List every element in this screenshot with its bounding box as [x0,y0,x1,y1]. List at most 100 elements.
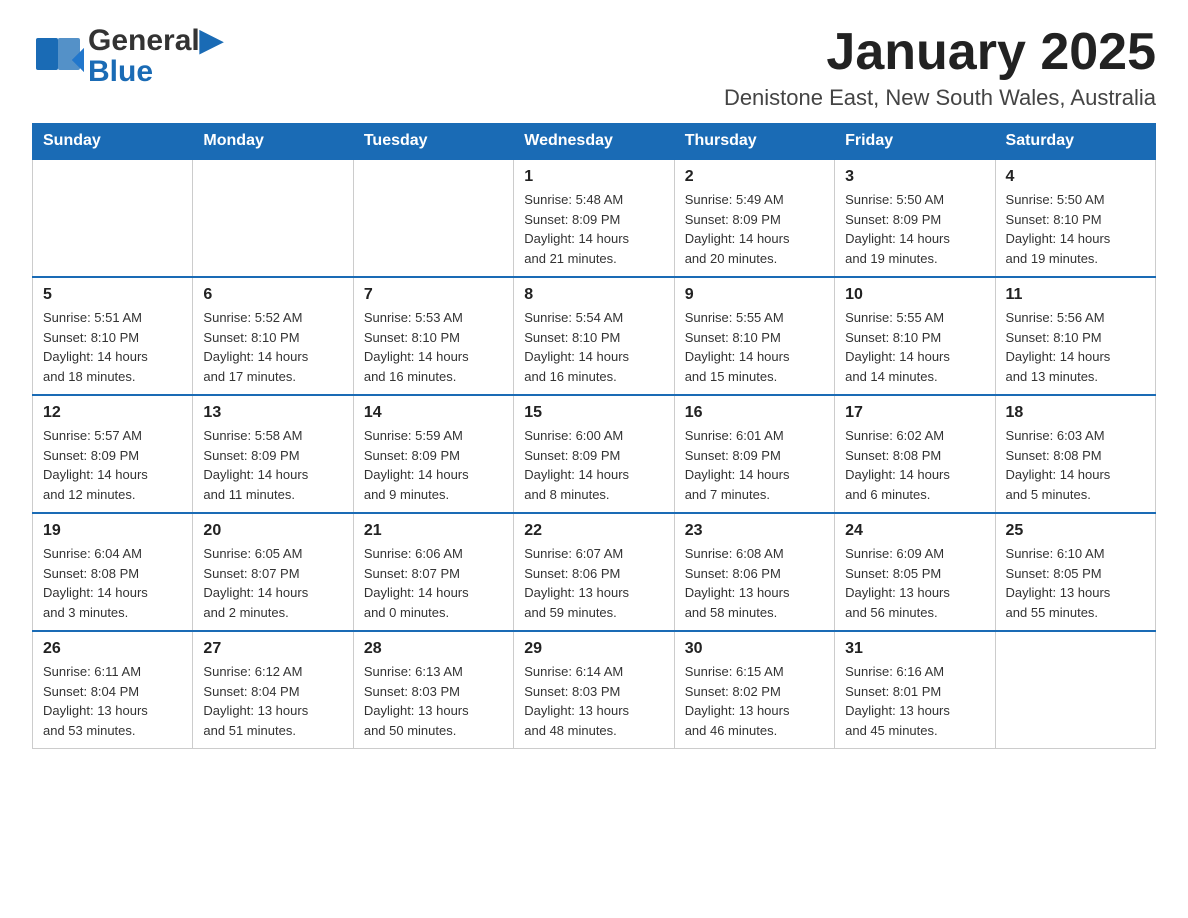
day-number: 22 [524,522,663,540]
day-number: 10 [845,286,984,304]
day-info: Sunrise: 5:51 AMSunset: 8:10 PMDaylight:… [43,308,182,386]
header-tuesday: Tuesday [353,124,513,160]
day-number: 2 [685,168,824,186]
day-number: 16 [685,404,824,422]
day-info: Sunrise: 5:52 AMSunset: 8:10 PMDaylight:… [203,308,342,386]
calendar-cell: 15 Sunrise: 6:00 AMSunset: 8:09 PMDayligh… [514,395,674,513]
calendar-cell: 5 Sunrise: 5:51 AMSunset: 8:10 PMDaylight… [33,277,193,395]
calendar-cell: 17Sunrise: 6:02 AMSunset: 8:08 PMDayligh… [835,395,995,513]
day-number: 5 [43,286,182,304]
calendar-cell: 28 Sunrise: 6:13 AMSunset: 8:03 PMDayligh… [353,631,513,749]
calendar-table: Sunday Monday Tuesday Wednesday Thursday… [32,123,1156,749]
calendar-cell: 16 Sunrise: 6:01 AMSunset: 8:09 PMDayligh… [674,395,834,513]
calendar-cell: 7 Sunrise: 5:53 AMSunset: 8:10 PMDaylight… [353,277,513,395]
day-number: 18 [1006,404,1145,422]
day-info: Sunrise: 6:00 AMSunset: 8:09 PMDaylight:… [524,426,663,504]
calendar-cell: 20 Sunrise: 6:05 AMSunset: 8:07 PMDayligh… [193,513,353,631]
calendar-cell: 27Sunrise: 6:12 AMSunset: 8:04 PMDayligh… [193,631,353,749]
calendar-header-row: Sunday Monday Tuesday Wednesday Thursday… [33,124,1156,160]
day-number: 23 [685,522,824,540]
day-info: Sunrise: 6:13 AMSunset: 8:03 PMDaylight:… [364,662,503,740]
day-info: Sunrise: 6:09 AMSunset: 8:05 PMDaylight:… [845,544,984,622]
calendar-cell: 1Sunrise: 5:48 AMSunset: 8:09 PMDaylight… [514,159,674,277]
day-info: Sunrise: 5:59 AMSunset: 8:09 PMDaylight:… [364,426,503,504]
page-header: General▶ Blue January 2025 Denistone Eas… [32,24,1156,111]
calendar-cell: 26 Sunrise: 6:11 AMSunset: 8:04 PMDayligh… [33,631,193,749]
calendar-week-5: 26 Sunrise: 6:11 AMSunset: 8:04 PMDayligh… [33,631,1156,749]
day-number: 21 [364,522,503,540]
logo-icon [32,30,84,82]
calendar-cell: 31 Sunrise: 6:16 AMSunset: 8:01 PMDayligh… [835,631,995,749]
day-number: 28 [364,640,503,658]
day-number: 13 [203,404,342,422]
header-thursday: Thursday [674,124,834,160]
day-info: Sunrise: 6:16 AMSunset: 8:01 PMDaylight:… [845,662,984,740]
calendar-cell: 10 Sunrise: 5:55 AMSunset: 8:10 PMDayligh… [835,277,995,395]
day-number: 7 [364,286,503,304]
calendar-cell [995,631,1155,749]
header-sunday: Sunday [33,124,193,160]
calendar-cell: 29 Sunrise: 6:14 AMSunset: 8:03 PMDayligh… [514,631,674,749]
calendar-cell: 6 Sunrise: 5:52 AMSunset: 8:10 PMDaylight… [193,277,353,395]
day-info: Sunrise: 5:54 AMSunset: 8:10 PMDaylight:… [524,308,663,386]
day-info: Sunrise: 6:15 AMSunset: 8:02 PMDaylight:… [685,662,824,740]
calendar-cell: 22 Sunrise: 6:07 AMSunset: 8:06 PMDayligh… [514,513,674,631]
day-number: 25 [1006,522,1145,540]
day-info: Sunrise: 6:14 AMSunset: 8:03 PMDaylight:… [524,662,663,740]
day-info: Sunrise: 5:53 AMSunset: 8:10 PMDaylight:… [364,308,503,386]
day-info: Sunrise: 5:58 AMSunset: 8:09 PMDaylight:… [203,426,342,504]
day-info: Sunrise: 6:11 AMSunset: 8:04 PMDaylight:… [43,662,182,740]
day-info: Sunrise: 6:05 AMSunset: 8:07 PMDaylight:… [203,544,342,622]
day-number: 31 [845,640,984,658]
day-info: Sunrise: 5:55 AMSunset: 8:10 PMDaylight:… [845,308,984,386]
day-info: Sunrise: 5:50 AMSunset: 8:10 PMDaylight:… [1006,190,1145,268]
calendar-cell: 14 Sunrise: 5:59 AMSunset: 8:09 PMDayligh… [353,395,513,513]
calendar-cell: 23Sunrise: 6:08 AMSunset: 8:06 PMDayligh… [674,513,834,631]
calendar-cell: 4 Sunrise: 5:50 AMSunset: 8:10 PMDaylight… [995,159,1155,277]
day-number: 26 [43,640,182,658]
month-title: January 2025 [724,24,1156,81]
day-info: Sunrise: 6:02 AMSunset: 8:08 PMDaylight:… [845,426,984,504]
calendar-cell: 9Sunrise: 5:55 AMSunset: 8:10 PMDaylight… [674,277,834,395]
day-number: 11 [1006,286,1145,304]
day-number: 8 [524,286,663,304]
day-number: 14 [364,404,503,422]
calendar-week-2: 5 Sunrise: 5:51 AMSunset: 8:10 PMDaylight… [33,277,1156,395]
calendar-cell: 8 Sunrise: 5:54 AMSunset: 8:10 PMDaylight… [514,277,674,395]
day-info: Sunrise: 6:07 AMSunset: 8:06 PMDaylight:… [524,544,663,622]
calendar-cell [193,159,353,277]
calendar-cell: 25 Sunrise: 6:10 AMSunset: 8:05 PMDayligh… [995,513,1155,631]
logo-blue: Blue [88,57,223,87]
day-number: 12 [43,404,182,422]
location: Denistone East, New South Wales, Austral… [724,85,1156,111]
header-saturday: Saturday [995,124,1155,160]
day-number: 4 [1006,168,1145,186]
day-number: 9 [685,286,824,304]
day-number: 19 [43,522,182,540]
header-wednesday: Wednesday [514,124,674,160]
day-number: 20 [203,522,342,540]
calendar-cell: 24Sunrise: 6:09 AMSunset: 8:05 PMDayligh… [835,513,995,631]
day-number: 29 [524,640,663,658]
calendar-cell: 19Sunrise: 6:04 AMSunset: 8:08 PMDayligh… [33,513,193,631]
day-info: Sunrise: 5:57 AMSunset: 8:09 PMDaylight:… [43,426,182,504]
logo-blue-text: ▶ [200,24,223,57]
calendar-cell: 30 Sunrise: 6:15 AMSunset: 8:02 PMDayligh… [674,631,834,749]
day-info: Sunrise: 6:10 AMSunset: 8:05 PMDaylight:… [1006,544,1145,622]
calendar-cell: 11 Sunrise: 5:56 AMSunset: 8:10 PMDayligh… [995,277,1155,395]
logo: General▶ Blue [32,24,223,87]
calendar-cell: 2Sunrise: 5:49 AMSunset: 8:09 PMDaylight… [674,159,834,277]
calendar-week-1: 1Sunrise: 5:48 AMSunset: 8:09 PMDaylight… [33,159,1156,277]
day-info: Sunrise: 5:56 AMSunset: 8:10 PMDaylight:… [1006,308,1145,386]
day-number: 3 [845,168,984,186]
day-info: Sunrise: 6:03 AMSunset: 8:08 PMDaylight:… [1006,426,1145,504]
calendar-cell: 18 Sunrise: 6:03 AMSunset: 8:08 PMDayligh… [995,395,1155,513]
calendar-cell: 3 Sunrise: 5:50 AMSunset: 8:09 PMDaylight… [835,159,995,277]
calendar-week-4: 19Sunrise: 6:04 AMSunset: 8:08 PMDayligh… [33,513,1156,631]
day-number: 15 [524,404,663,422]
day-number: 30 [685,640,824,658]
calendar-cell [353,159,513,277]
day-info: Sunrise: 6:01 AMSunset: 8:09 PMDaylight:… [685,426,824,504]
day-number: 6 [203,286,342,304]
day-info: Sunrise: 5:50 AMSunset: 8:09 PMDaylight:… [845,190,984,268]
